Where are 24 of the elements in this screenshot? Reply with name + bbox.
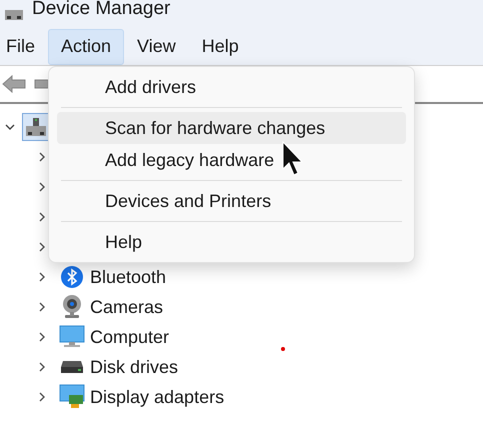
menu-item[interactable]: Help	[57, 226, 406, 258]
window-title: Device Manager	[32, 0, 170, 20]
menu-bar-item[interactable]: View	[124, 28, 189, 64]
display-adapter-icon	[59, 384, 85, 410]
computer-tree-icon	[24, 115, 48, 139]
monitor-icon	[59, 325, 85, 349]
menu-item[interactable]: Scan for hardware changes	[57, 112, 406, 144]
menu-bar-item[interactable]: Help	[188, 28, 252, 64]
menu-bar-item[interactable]: Action	[48, 28, 124, 64]
menu-item[interactable]: Devices and Printers	[57, 185, 406, 217]
menu-bar-item[interactable]: File	[0, 28, 48, 64]
tree-item-label[interactable]: Display adapters	[90, 384, 224, 410]
bluetooth-icon	[60, 265, 84, 289]
tree-root-node[interactable]	[22, 113, 50, 141]
computer-title-icon	[4, 8, 24, 22]
menu-item[interactable]: Add legacy hardware	[57, 144, 406, 176]
disk-drive-icon	[60, 360, 84, 374]
back-arrow-icon[interactable]	[2, 75, 26, 93]
tree-item-label[interactable]: Computer	[90, 324, 170, 350]
tree-item-label[interactable]: Bluetooth	[90, 264, 166, 290]
tree-item-label[interactable]: Cameras	[90, 294, 164, 320]
webcam-icon	[60, 294, 84, 320]
menu-item[interactable]: Add drivers	[57, 71, 406, 103]
tree-item-label[interactable]: Disk drives	[90, 354, 178, 380]
